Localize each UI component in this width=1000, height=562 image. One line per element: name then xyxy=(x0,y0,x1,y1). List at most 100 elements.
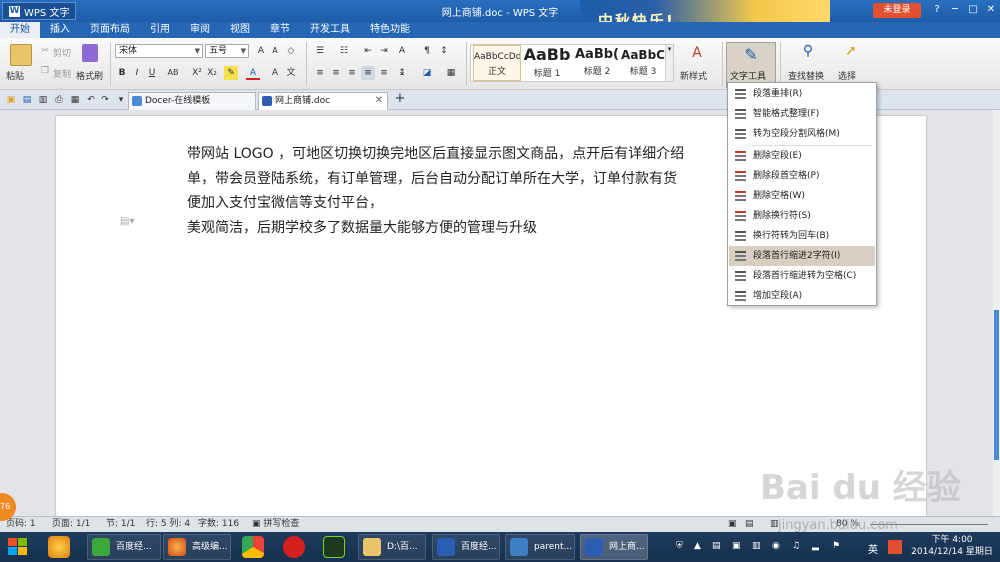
chrome-icon[interactable] xyxy=(242,536,264,558)
tab-chapter[interactable]: 章节 xyxy=(260,22,300,38)
tray-flag-icon[interactable]: ⚑ xyxy=(832,541,840,551)
tab-special[interactable]: 特色功能 xyxy=(360,22,420,38)
tray-volume-icon[interactable]: ◉ xyxy=(772,541,780,551)
find-replace-icon[interactable]: ⚲ xyxy=(798,44,818,62)
minimize-icon[interactable]: ─ xyxy=(946,2,964,18)
select-cursor-icon[interactable]: ➚ xyxy=(842,44,860,62)
tab-insert[interactable]: 插入 xyxy=(40,22,80,38)
open-folder-icon[interactable]: ▣ xyxy=(4,93,18,107)
quick-access-dropdown-icon[interactable]: ▾ xyxy=(114,93,128,107)
spell-check-toggle[interactable]: ▣ 拼写检查 xyxy=(252,517,299,532)
tab-start[interactable]: 开始 xyxy=(0,22,40,38)
new-style-icon[interactable]: A xyxy=(688,46,706,64)
find-replace-label[interactable]: 查找替换 xyxy=(788,69,824,82)
doc-tab-docer[interactable]: Docer-在线模板 xyxy=(128,92,256,110)
copy-label[interactable]: 复制 xyxy=(53,67,71,80)
print-preview-icon[interactable]: ▥ xyxy=(36,93,50,107)
login-button[interactable]: 未登录 xyxy=(873,3,921,18)
tray-expand-icon[interactable]: ▲ xyxy=(694,541,701,551)
paste-icon[interactable] xyxy=(10,44,32,66)
menu-item-paragraph-reflow[interactable]: 段落重排(R) xyxy=(729,84,875,104)
select-label[interactable]: 选择 xyxy=(838,69,856,82)
tray-network-icon[interactable]: ▤ xyxy=(712,541,721,551)
tray-shield-icon[interactable]: ⛨ xyxy=(676,541,683,551)
view-mode-icon[interactable]: ▣ xyxy=(728,517,737,532)
help-icon[interactable]: ? xyxy=(928,2,946,18)
paragraph-handle-icon[interactable]: ▤▾ xyxy=(120,216,134,228)
align-right-icon[interactable]: ≡ xyxy=(345,66,359,80)
strikethrough-icon[interactable]: AB xyxy=(164,66,182,80)
browser-360-icon[interactable] xyxy=(48,536,70,558)
bullet-list-icon[interactable]: ☰ xyxy=(313,44,327,58)
document-content[interactable]: 带网站 LOGO ，可地区切换切换完地区后直接显示图文商品，点开后有详细介绍 单… xyxy=(187,142,747,240)
tray-speaker-icon[interactable]: ♫ xyxy=(792,541,800,551)
tab-view[interactable]: 视图 xyxy=(220,22,260,38)
close-icon[interactable]: ✕ xyxy=(982,2,1000,18)
font-name-combo[interactable]: 宋体 ▼ xyxy=(115,44,203,58)
grow-font-icon[interactable]: A xyxy=(254,44,268,58)
menu-item-linebreak-to-enter[interactable]: 换行符转为回车(B) xyxy=(729,226,875,246)
align-center-icon[interactable]: ≡ xyxy=(329,66,343,80)
menu-item-delete-empty-para[interactable]: 删除空段(E) xyxy=(729,146,875,166)
font-color-icon[interactable]: A xyxy=(246,66,260,80)
redo-icon[interactable]: ↷ xyxy=(98,93,112,107)
tray-monitor-icon[interactable]: ▥ xyxy=(752,541,761,551)
scrollbar-thumb[interactable] xyxy=(994,310,999,460)
taskbar-item-baidu-jingyan-1[interactable]: 百度经... xyxy=(87,534,161,560)
format-painter-label[interactable]: 格式刷 xyxy=(76,69,103,82)
tray-ime-icon[interactable] xyxy=(888,540,902,554)
opera-icon[interactable] xyxy=(283,536,305,558)
cut-label[interactable]: 剪切 xyxy=(53,46,71,59)
shading-icon[interactable]: ◪ xyxy=(420,66,434,80)
menu-item-empty-para-split[interactable]: 转为空段分割风格(M) xyxy=(729,124,875,144)
chinese-layout-icon[interactable]: A xyxy=(395,44,409,58)
tab-review[interactable]: 审阅 xyxy=(180,22,220,38)
windows-start-icon[interactable] xyxy=(6,535,30,559)
font-size-combo[interactable]: 五号 ▼ xyxy=(205,44,249,58)
clear-format-icon[interactable]: ◇ xyxy=(284,44,298,58)
decrease-indent-icon[interactable]: ⇤ xyxy=(361,44,375,58)
taskbar-item-explorer[interactable]: D:\百... xyxy=(358,534,426,560)
menu-item-smart-format[interactable]: 智能格式整理(F) xyxy=(729,104,875,124)
style-heading-2[interactable]: AaBb( 标题 2 xyxy=(573,45,621,81)
taskbar-item-baidu-jingyan-2[interactable]: 百度经... xyxy=(432,534,500,560)
justify-icon[interactable]: ≡ xyxy=(361,66,375,80)
taskbar-clock[interactable]: 下午 4:00 2014/12/14 星期日 xyxy=(908,534,996,558)
format-painter-icon[interactable] xyxy=(82,44,98,62)
numbered-list-icon[interactable]: ☷ xyxy=(337,44,351,58)
new-tab-icon[interactable]: + xyxy=(393,92,407,106)
taskbar-item-firefox[interactable]: 高级编... xyxy=(163,534,231,560)
distributed-align-icon[interactable]: ≡ xyxy=(377,66,391,80)
borders-icon[interactable]: ▦ xyxy=(444,66,458,80)
save-icon[interactable]: ▤ xyxy=(20,93,34,107)
new-style-label[interactable]: 新样式 xyxy=(680,69,707,82)
paste-label[interactable]: 粘贴 xyxy=(6,69,24,82)
highlight-icon[interactable]: ✎ xyxy=(224,66,238,80)
print-icon[interactable]: ⎙ xyxy=(52,93,66,107)
tab-page-layout[interactable]: 页面布局 xyxy=(80,22,140,38)
superscript-icon[interactable]: X² xyxy=(190,66,204,80)
phonetic-icon[interactable]: 文 xyxy=(284,66,298,80)
style-normal[interactable]: AaBbCcDd 正文 xyxy=(473,45,521,81)
status-word-count[interactable]: 字数: 116 xyxy=(198,517,239,532)
maximize-icon[interactable]: □ xyxy=(964,2,982,18)
show-marks-icon[interactable]: ¶ xyxy=(420,44,434,58)
line-spacing-icon[interactable]: ↨ xyxy=(395,66,409,80)
cut-icon[interactable]: ✂ xyxy=(38,44,52,58)
italic-icon[interactable]: I xyxy=(130,66,144,80)
copy-icon[interactable]: ❐ xyxy=(38,64,52,78)
menu-item-add-empty-para[interactable]: 增加空段(A) xyxy=(729,286,875,306)
undo-icon[interactable]: ↶ xyxy=(84,93,98,107)
doc-tab-active[interactable]: 网上商铺.doc ✕ xyxy=(258,92,388,110)
increase-indent-icon[interactable]: ⇥ xyxy=(377,44,391,58)
bold-icon[interactable]: B xyxy=(115,66,129,80)
styles-scroll-icon[interactable]: ▾ xyxy=(665,45,673,81)
menu-item-delete-space[interactable]: 删除空格(W) xyxy=(729,186,875,206)
taskbar-item-wps[interactable]: 网上商... xyxy=(580,534,648,560)
status-page[interactable]: 页码: 1 xyxy=(6,517,36,532)
shrink-font-icon[interactable]: A xyxy=(268,44,282,58)
taskbar-item-jetbrains[interactable]: parent... xyxy=(505,534,575,560)
align-left-icon[interactable]: ≡ xyxy=(313,66,327,80)
export-pdf-icon[interactable]: ▦ xyxy=(68,93,82,107)
tab-references[interactable]: 引用 xyxy=(140,22,180,38)
